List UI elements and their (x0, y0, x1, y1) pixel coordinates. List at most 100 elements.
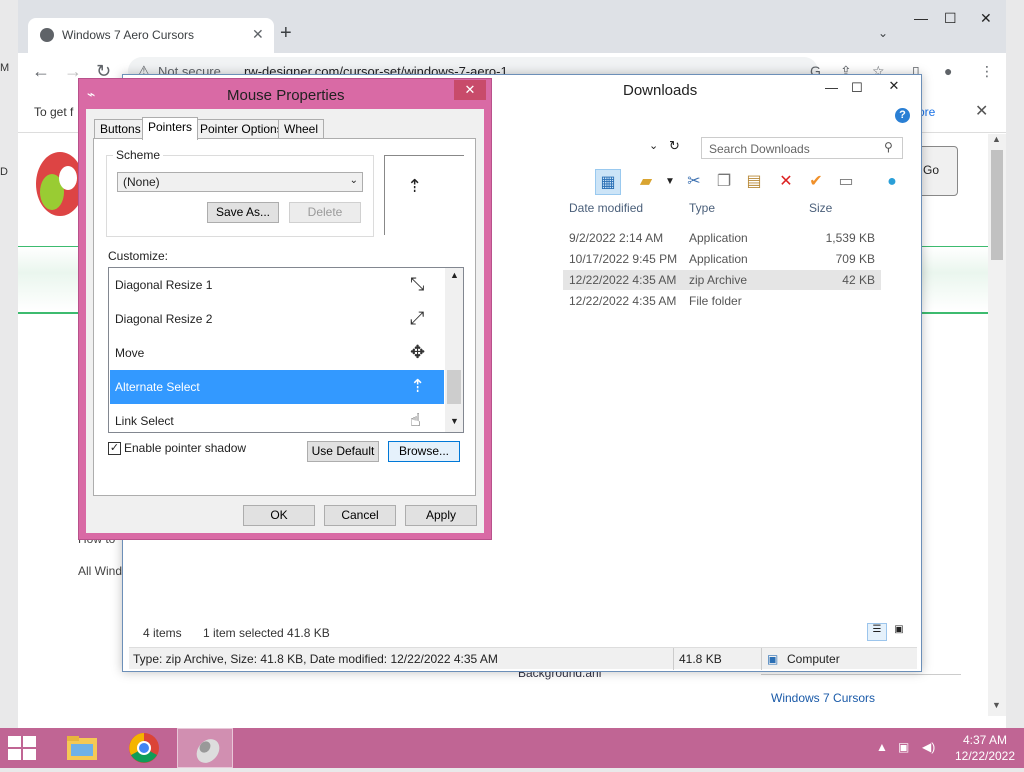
globe-icon[interactable]: ● (879, 169, 905, 195)
tab-wheel[interactable]: Wheel (278, 119, 325, 139)
mouse-icon: ⌁ (87, 86, 96, 102)
dropdown-icon[interactable]: ▼ (657, 169, 683, 195)
browser-tab[interactable]: Windows 7 Aero Cursors ✕ (28, 18, 274, 53)
save-as-button[interactable]: Save As... (207, 202, 279, 223)
scroll-up-icon[interactable]: ▲ (450, 270, 459, 280)
close-tab-icon[interactable]: ✕ (252, 26, 264, 43)
cancel-button[interactable]: Cancel (324, 505, 396, 526)
move-icon: ✥ (410, 342, 426, 362)
pointer-name: Move (115, 346, 145, 360)
network-icon[interactable]: ▣ (898, 740, 909, 754)
file-row[interactable]: 12/22/2022 4:35 AM zip Archive 42 KB (563, 270, 881, 290)
column-header-size[interactable]: Size (809, 201, 832, 215)
apply-button[interactable]: Apply (405, 505, 477, 526)
file-row[interactable]: 12/22/2022 4:35 AM File folder (563, 291, 881, 311)
profile-icon[interactable]: ● (944, 63, 952, 79)
alternate-select-icon: ⇡ (410, 376, 426, 396)
maximize-icon[interactable]: ☐ (944, 10, 957, 27)
side-link[interactable]: All Wind (78, 564, 122, 578)
explorer-toolbar: ▦ ▰ ▼ ✂ ❐ ▤ ✕ ✔ ▭ ● (593, 167, 913, 197)
desktop-edge-text: D (0, 166, 8, 178)
rename-icon[interactable]: ▭ (833, 169, 859, 195)
related-link[interactable]: Windows 7 Cursors (771, 691, 875, 705)
preview-pane-icon[interactable]: ▦ (595, 169, 621, 195)
dialog-title-bar: ⌁ Mouse Properties ✕ (79, 79, 491, 109)
list-item[interactable]: Link Select ☝ (110, 404, 444, 432)
search-input[interactable]: Search Downloads ⚲ (701, 137, 903, 159)
show-hidden-icons-icon[interactable]: ▲ (876, 740, 888, 754)
list-item[interactable]: Alternate Select ⇡ (110, 370, 444, 404)
minimize-icon[interactable]: — (825, 80, 838, 95)
close-window-icon[interactable]: ✕ (980, 10, 992, 27)
tab-pointers[interactable]: Pointers (142, 117, 199, 140)
tab-search-icon[interactable]: ⌄ (878, 26, 888, 40)
ok-button[interactable]: OK (243, 505, 315, 526)
scroll-down-icon[interactable]: ▼ (450, 416, 459, 426)
file-type: zip Archive (689, 273, 748, 287)
close-window-icon[interactable]: ✕ (871, 75, 917, 95)
menu-icon[interactable]: ⋮ (980, 63, 994, 80)
list-scrollbar[interactable]: ▲ ▼ (445, 268, 463, 432)
volume-icon[interactable]: ◀) (922, 740, 935, 754)
clock-time[interactable]: 4:37 AM (950, 733, 1020, 747)
pointer-list[interactable]: Diagonal Resize 1 ⤡ Diagonal Resize 2 ⤢ … (108, 267, 464, 433)
scroll-down-icon[interactable]: ▼ (992, 700, 1001, 710)
maximize-icon[interactable]: ☐ (851, 80, 863, 96)
refresh-icon[interactable]: ↻ (669, 138, 680, 154)
delete-icon[interactable]: ✕ (773, 169, 799, 195)
copy-icon[interactable]: ❐ (711, 169, 737, 195)
scheme-select[interactable]: (None) ⌄ (117, 172, 363, 192)
new-tab-button[interactable]: + (280, 22, 292, 45)
file-row[interactable]: 10/17/2022 9:45 PM Application 709 KB (563, 249, 881, 269)
mouse-properties-dialog: ⌁ Mouse Properties ✕ Buttons Pointers Po… (78, 78, 492, 540)
details-view-icon[interactable]: ☰ (867, 623, 887, 641)
large-icons-view-icon[interactable]: ▣ (889, 623, 909, 641)
customize-label: Customize: (108, 249, 169, 263)
browse-button[interactable]: Browse... (388, 441, 460, 462)
cut-icon[interactable]: ✂ (681, 169, 707, 195)
chrome-icon[interactable] (116, 728, 172, 768)
desktop-edge-text: M (0, 62, 10, 74)
pointer-preview: ⇡ (384, 155, 464, 235)
go-button[interactable]: Go (918, 146, 958, 196)
minimize-icon[interactable]: — (914, 10, 928, 26)
paste-icon[interactable]: ▤ (741, 169, 767, 195)
item-count: 4 items (143, 626, 182, 640)
dialog-title: Mouse Properties (227, 87, 345, 104)
file-row[interactable]: 9/2/2022 2:14 AM Application 1,539 KB (563, 228, 881, 248)
file-size: 1,539 KB (825, 231, 875, 245)
use-default-button[interactable]: Use Default (307, 441, 379, 462)
tab-buttons[interactable]: Buttons (94, 119, 147, 139)
close-dialog-icon[interactable]: ✕ (454, 80, 486, 100)
details-text: Type: zip Archive, Size: 41.8 KB, Date m… (133, 652, 498, 666)
scheme-value: (None) (123, 175, 160, 189)
list-item[interactable]: Diagonal Resize 2 ⤢ (110, 302, 444, 336)
hand-pointer-icon: ☝ (410, 410, 421, 430)
dialog-body: Buttons Pointers Pointer Options Wheel S… (86, 109, 484, 533)
delete-button[interactable]: Delete (289, 202, 361, 223)
tab-pointer-options[interactable]: Pointer Options (194, 119, 289, 139)
page-scrollbar[interactable]: ▲ ▼ (988, 134, 1006, 716)
close-infobar-icon[interactable]: ✕ (975, 101, 988, 121)
history-dropdown-icon[interactable]: ⌄ (649, 139, 658, 152)
scroll-thumb[interactable] (991, 150, 1003, 260)
pointer-shadow-checkbox[interactable]: ✓ (108, 442, 121, 455)
clock-date[interactable]: 12/22/2022 (950, 749, 1020, 763)
folder-options-icon[interactable]: ▰ (633, 169, 659, 195)
list-item[interactable]: Diagonal Resize 1 ⤡ (110, 268, 444, 302)
column-header-date[interactable]: Date modified (569, 201, 643, 215)
file-explorer-icon[interactable] (54, 728, 110, 768)
column-header-type[interactable]: Type (689, 201, 715, 215)
list-item[interactable]: Move ✥ (110, 336, 444, 370)
mouse-properties-taskbar-icon[interactable] (177, 728, 233, 768)
back-icon[interactable]: ← (32, 61, 50, 82)
search-icon: ⚲ (884, 140, 893, 154)
status-bar: 4 items 1 item selected 41.8 KB (123, 623, 921, 645)
scroll-up-icon[interactable]: ▲ (992, 134, 1001, 144)
scroll-thumb[interactable] (447, 370, 461, 404)
pointer-name: Diagonal Resize 2 (115, 312, 213, 326)
windows-start-icon[interactable] (8, 736, 38, 762)
checkmark-icon[interactable]: ✔ (803, 169, 829, 195)
help-icon[interactable]: ? (895, 108, 910, 123)
file-size: 42 KB (842, 273, 875, 287)
